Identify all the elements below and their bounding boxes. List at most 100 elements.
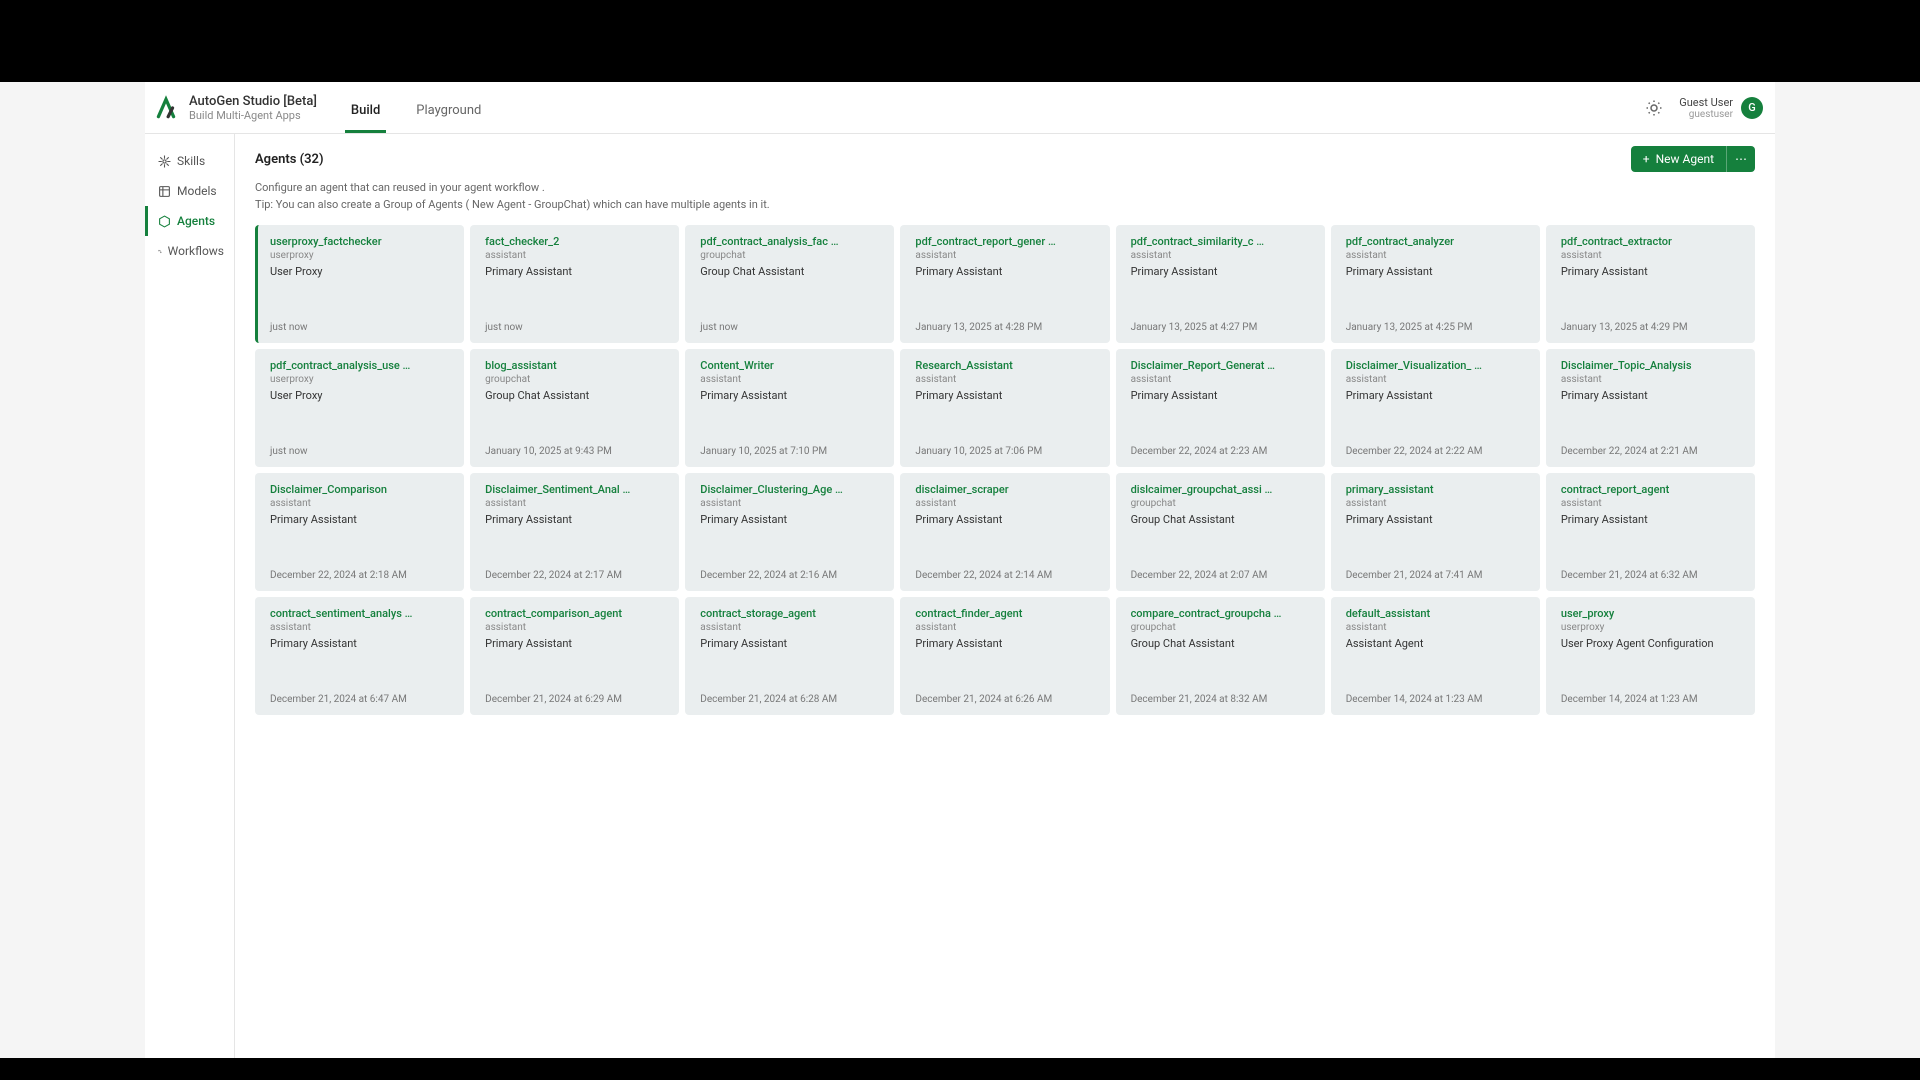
agents-icon — [158, 215, 171, 228]
agent-card-title: disclaimer_scraper — [915, 483, 1097, 496]
agent-card-type: assistant — [1346, 498, 1528, 509]
agent-card[interactable]: pdf_contract_analysis_use …userproxyUser… — [255, 349, 464, 467]
agent-grid: userproxy_factcheckeruserproxyUser Proxy… — [255, 225, 1755, 715]
tab-build[interactable]: Build — [345, 89, 386, 133]
agent-card-desc: Group Chat Assistant — [1131, 637, 1313, 651]
agent-card-title: Research_Assistant — [915, 359, 1097, 372]
agent-card-type: assistant — [700, 498, 882, 509]
agent-card-desc: Primary Assistant — [915, 513, 1097, 527]
agent-card-desc: Primary Assistant — [1346, 265, 1528, 279]
agent-card-date: December 21, 2024 at 6:28 AM — [700, 684, 882, 705]
agent-card[interactable]: fact_checker_2assistantPrimary Assistant… — [470, 225, 679, 343]
skills-icon — [158, 155, 171, 168]
new-agent-button[interactable]: + New Agent — [1631, 146, 1726, 172]
agent-card-desc: Primary Assistant — [485, 637, 667, 651]
agent-card-type: assistant — [915, 374, 1097, 385]
sidebar-item-label: Models — [177, 184, 217, 198]
agent-card[interactable]: Content_WriterassistantPrimary Assistant… — [685, 349, 894, 467]
agent-card[interactable]: disclaimer_scraper assistant Primary Assis… — [900, 473, 1109, 591]
agent-card[interactable]: pdf_contract_analyzerassistantPrimary As… — [1331, 225, 1540, 343]
agent-card-date: December 21, 2024 at 6:32 AM — [1561, 560, 1743, 581]
agent-card-title: contract_report_agent — [1561, 483, 1743, 496]
agent-card[interactable]: contract_comparison_agentassistantPrimar… — [470, 597, 679, 715]
agent-card-type: assistant — [1346, 622, 1528, 633]
agent-card-title: default_assistant — [1346, 607, 1528, 620]
agent-card-date: December 22, 2024 at 2:17 AM — [485, 560, 667, 581]
desc-line-2: Tip: You can also create a Group of Agen… — [255, 197, 1755, 214]
agent-card-type: assistant — [915, 622, 1097, 633]
agent-card-title: pdf_contract_similarity_c … — [1131, 235, 1313, 248]
agent-card[interactable]: contract_sentiment_analys …assistantPrim… — [255, 597, 464, 715]
agent-card-type: assistant — [915, 250, 1097, 261]
agent-card[interactable]: contract_report_agentassistantPrimary As… — [1546, 473, 1755, 591]
agent-card-title: Disclaimer_Visualization_ … — [1346, 359, 1528, 372]
agent-card[interactable]: pdf_contract_report_gener …assistantPrim… — [900, 225, 1109, 343]
sidebar-item-models[interactable]: Models — [145, 176, 234, 206]
agent-card[interactable]: default_assistantassistantAssistant Agen… — [1331, 597, 1540, 715]
agent-card-date: January 10, 2025 at 7:10 PM — [700, 436, 882, 457]
sidebar-item-workflows[interactable]: Workflows — [145, 236, 234, 266]
agent-card[interactable]: contract_storage_agentassistantPrimary A… — [685, 597, 894, 715]
agent-card-title: Disclaimer_Comparison — [270, 483, 452, 496]
agent-card[interactable]: blog_assistantgroupchatGroup Chat Assist… — [470, 349, 679, 467]
agent-card[interactable]: Disclaimer_Sentiment_Anal …assistantPrim… — [470, 473, 679, 591]
agent-card[interactable]: dislcaimer_groupchat_assi …groupchatGrou… — [1116, 473, 1325, 591]
agent-card[interactable]: Research_Assistant assistant Primary Assis… — [900, 349, 1109, 467]
agent-card[interactable]: userproxy_factcheckeruserproxyUser Proxy… — [255, 225, 464, 343]
agent-card[interactable]: compare_contract_groupcha …groupchatGrou… — [1116, 597, 1325, 715]
agent-card[interactable]: Disclaimer_Visualization_ …assistantPrim… — [1331, 349, 1540, 467]
desc-line-1: Configure an agent that can reused in yo… — [255, 180, 1755, 197]
agent-card[interactable]: Disclaimer_ComparisonassistantPrimary As… — [255, 473, 464, 591]
agent-card-title: Disclaimer_Report_Generat … — [1131, 359, 1313, 372]
agent-card-desc: Primary Assistant — [1561, 389, 1743, 403]
user-avatar[interactable]: G — [1741, 97, 1763, 119]
theme-toggle-icon[interactable] — [1645, 99, 1663, 117]
agent-card-type: assistant — [485, 498, 667, 509]
agent-card-date: January 13, 2025 at 4:27 PM — [1131, 312, 1313, 333]
window-top-bar — [0, 0, 1920, 82]
agent-card-title: contract_finder_agent — [915, 607, 1097, 620]
agent-card[interactable]: Disclaimer_Report_Generat …assistantPrim… — [1116, 349, 1325, 467]
agent-card-type: assistant — [1131, 250, 1313, 261]
agent-card-desc: Primary Assistant — [1346, 389, 1528, 403]
agent-card[interactable]: Disclaimer_Topic_AnalysisassistantPrimar… — [1546, 349, 1755, 467]
agent-card-date: January 10, 2025 at 7:06 PM — [915, 436, 1097, 457]
agent-card-title: userproxy_factchecker — [270, 235, 452, 248]
agent-card[interactable]: user_proxyuserproxyUser Proxy Agent Conf… — [1546, 597, 1755, 715]
agent-card-desc: Primary Assistant — [485, 513, 667, 527]
agent-card-date: January 13, 2025 at 4:25 PM — [1346, 312, 1528, 333]
agent-card-desc: Primary Assistant — [1346, 513, 1528, 527]
agent-card-date: December 22, 2024 at 2:18 AM — [270, 560, 452, 581]
window-bottom-bar — [0, 1058, 1920, 1080]
sidebar-item-label: Agents — [177, 214, 215, 228]
sidebar-item-label: Workflows — [168, 244, 224, 258]
agent-card-desc: Primary Assistant — [915, 389, 1097, 403]
agent-card[interactable]: pdf_contract_extractorassistantPrimary A… — [1546, 225, 1755, 343]
agent-card-date: just now — [485, 312, 667, 333]
agent-card-date: December 22, 2024 at 2:07 AM — [1131, 560, 1313, 581]
agent-card-title: pdf_contract_analysis_fac … — [700, 235, 882, 248]
agent-card-type: groupchat — [700, 250, 882, 261]
agent-card-desc: Primary Assistant — [1131, 265, 1313, 279]
agent-card[interactable]: primary_assistantassistantPrimary Assist… — [1331, 473, 1540, 591]
sidebar-item-skills[interactable]: Skills — [145, 146, 234, 176]
agent-card[interactable]: Disclaimer_Clustering_Age …assistantPrim… — [685, 473, 894, 591]
agent-card-date: December 14, 2024 at 1:23 AM — [1346, 684, 1528, 705]
agent-card-desc: Primary Assistant — [1561, 513, 1743, 527]
agent-card-date: December 21, 2024 at 8:32 AM — [1131, 684, 1313, 705]
user-info: Guest User guestuser — [1679, 96, 1733, 120]
agent-card-date: December 22, 2024 at 2:23 AM — [1131, 436, 1313, 457]
agent-card[interactable]: pdf_contract_analysis_fac …groupchatGrou… — [685, 225, 894, 343]
agent-card[interactable]: contract_finder_agentassistantPrimary As… — [900, 597, 1109, 715]
agent-card-type: groupchat — [485, 374, 667, 385]
agent-card-type: assistant — [270, 622, 452, 633]
tab-playground[interactable]: Playground — [410, 89, 487, 133]
new-agent-more-button[interactable]: ⋯ — [1726, 146, 1755, 172]
agent-card-desc: Primary Assistant — [700, 637, 882, 651]
nav-tabs: Build Playground — [345, 82, 487, 133]
agent-card-date: December 21, 2024 at 7:41 AM — [1346, 560, 1528, 581]
agent-card-type: userproxy — [270, 250, 452, 261]
sidebar-item-agents[interactable]: Agents — [145, 206, 234, 236]
agent-card-type: assistant — [915, 498, 1097, 509]
agent-card[interactable]: pdf_contract_similarity_c … assistant Prim… — [1116, 225, 1325, 343]
